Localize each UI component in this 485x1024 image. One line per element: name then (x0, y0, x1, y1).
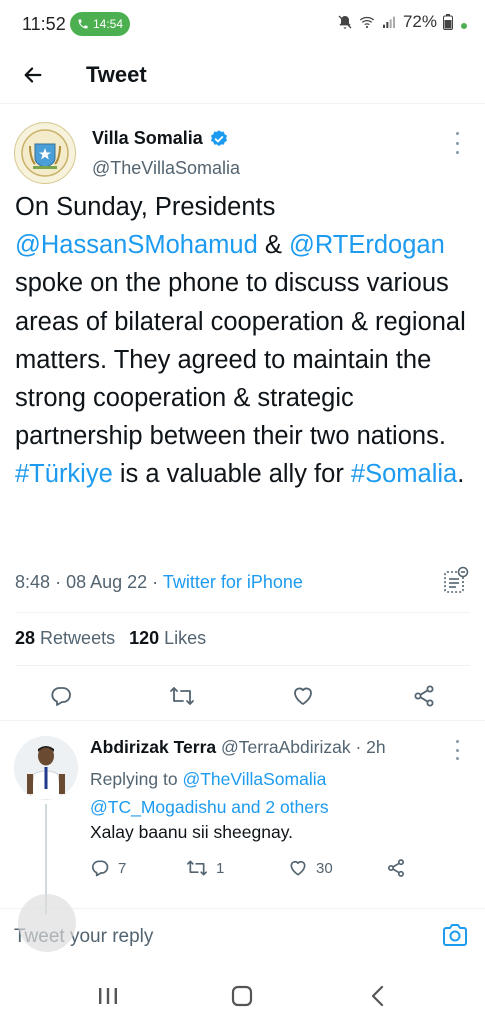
text-segment: On Sunday, Presidents (15, 193, 276, 221)
back-arrow-icon (24, 67, 42, 83)
share-button[interactable] (410, 682, 438, 710)
share-icon (414, 685, 434, 707)
divider (15, 612, 470, 613)
share-icon (388, 859, 404, 877)
divider (0, 720, 485, 721)
text-segment: is a valuable ally for (112, 460, 351, 489)
tweet-date: 08 Aug 22 (66, 572, 148, 592)
meta-separator: · (152, 572, 163, 592)
likes-label: Likes (164, 628, 207, 648)
reply-button[interactable] (47, 682, 75, 710)
more-options-button[interactable] (451, 740, 463, 760)
replying-to-others-link[interactable]: @TC_Mogadishu and 2 others (90, 797, 329, 817)
reply-text: Xalay baanu sii sheegnay. (90, 822, 294, 842)
retweet-icon (170, 687, 194, 705)
app-header: Tweet (0, 46, 485, 104)
tweet-source-link[interactable]: Twitter for iPhone (163, 572, 303, 592)
reply-icon (51, 687, 71, 706)
reply-likes-count: 30 (316, 859, 333, 877)
retweets-stat[interactable]: 28 Retweets (15, 628, 115, 649)
heart-icon (290, 860, 306, 876)
reply-retweets-count: 1 (216, 859, 225, 877)
villa-somalia-emblem-icon (21, 129, 69, 177)
author-name[interactable]: Villa Somalia (92, 128, 229, 149)
divider (15, 665, 470, 666)
user-photo-icon (14, 736, 78, 800)
avatar[interactable] (14, 736, 78, 800)
retweet-icon (186, 860, 207, 876)
meta-separator: · (55, 572, 67, 592)
back-button[interactable] (18, 60, 48, 90)
replying-to-link[interactable]: @TheVillaSomalia (182, 769, 326, 789)
system-back-button[interactable] (366, 984, 390, 1008)
reply-replies-count: 7 (118, 859, 127, 877)
author-name-text: Villa Somalia (92, 128, 203, 148)
call-duration: 14:54 (92, 17, 124, 31)
ongoing-call-pill[interactable]: 14:54 (70, 12, 130, 36)
reply-reply-button[interactable]: 7 (90, 858, 126, 878)
text-segment: . (457, 460, 465, 489)
home-button[interactable] (230, 984, 254, 1008)
heart-icon (294, 687, 312, 705)
wifi-icon (359, 16, 375, 29)
system-nav-bar (0, 964, 485, 1024)
reply-actions: 7 1 30 (90, 858, 470, 882)
reply-icon (91, 860, 109, 877)
touch-indicator (18, 894, 76, 952)
replying-label: Replying to (90, 769, 178, 789)
more-options-button[interactable] (451, 132, 463, 154)
reply-retweet-button[interactable]: 1 (186, 858, 224, 878)
battery-icon (443, 14, 453, 30)
analytics-icon[interactable] (443, 566, 469, 594)
text-segment: spoke on the phone to discuss various ar… (15, 269, 466, 451)
text-segment: & (257, 231, 289, 260)
likes-count: 120 (129, 628, 160, 648)
likes-stat[interactable]: 120 Likes (129, 628, 206, 649)
battery-percent: 72% (402, 12, 437, 31)
like-button[interactable] (289, 682, 317, 710)
reply-like-button[interactable]: 30 (288, 858, 333, 878)
reply-age: 2h (366, 737, 386, 757)
tweet-text: On Sunday, Presidents @HassanSMohamud & … (15, 188, 475, 494)
hashtag-link[interactable]: #Türkiye (15, 460, 113, 488)
retweets-count: 28 (15, 628, 36, 648)
reply-author-name[interactable]: Abdirizak Terra (90, 737, 216, 757)
recents-button[interactable] (96, 984, 120, 1008)
avatar[interactable] (14, 122, 76, 184)
author-handle[interactable]: @TheVillaSomalia (92, 158, 240, 179)
reply-share-button[interactable] (386, 858, 406, 878)
phone-icon (78, 19, 88, 29)
home-icon (231, 985, 253, 1007)
signal-icon (382, 16, 395, 28)
recents-icon (99, 988, 117, 1004)
tweet-meta: 8:48 · 08 Aug 22 · Twitter for iPhone (15, 572, 303, 593)
tweet-stats: 28 Retweets 120 Likes (15, 628, 206, 649)
reply-author-handle[interactable]: @TerraAbdirizak (221, 737, 351, 757)
camera-icon[interactable] (441, 921, 469, 949)
mention-link[interactable]: @HassanSMohamud (15, 231, 258, 259)
retweet-button[interactable] (168, 682, 196, 710)
retweets-label: Retweets (40, 628, 116, 648)
mute-icon (338, 15, 352, 29)
tweet-actions (0, 676, 485, 716)
hashtag-link[interactable]: #Somalia (351, 460, 457, 488)
page-title: Tweet (86, 62, 147, 87)
reply-header: Abdirizak Terra @TerraAbdirizak · 2h (90, 737, 386, 758)
privacy-indicator (461, 23, 467, 29)
replying-to: Replying to @TheVillaSomalia @TC_Mogadis… (90, 765, 470, 821)
verified-badge-icon (210, 129, 227, 146)
status-time: 11:52 (22, 14, 66, 34)
status-bar: 11:52 14:54 72% (0, 0, 485, 46)
meta-separator: · (355, 737, 367, 757)
mention-link[interactable]: @RTErdogan (289, 231, 445, 259)
tweet-time: 8:48 (15, 572, 51, 592)
chevron-left-icon (371, 985, 384, 1007)
